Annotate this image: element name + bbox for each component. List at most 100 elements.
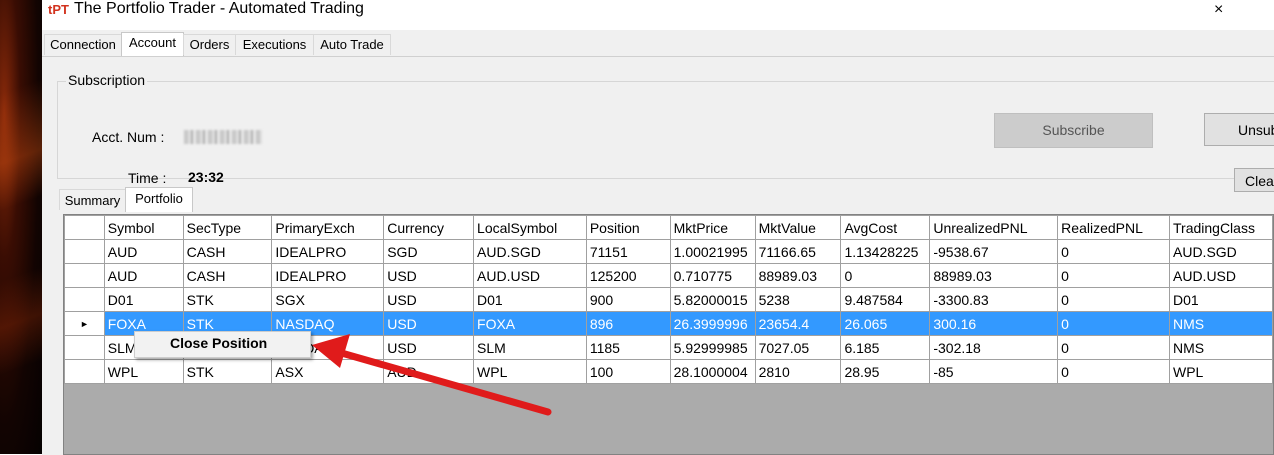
grid-cell[interactable]: NMS (1169, 311, 1273, 336)
grid-cell[interactable]: 0 (1057, 239, 1170, 264)
grid-cell[interactable]: 28.95 (840, 359, 931, 384)
grid-cell[interactable]: D01 (473, 287, 587, 312)
grid-cell[interactable]: AUD.SGD (473, 239, 587, 264)
row-header[interactable] (64, 359, 105, 384)
grid-cell[interactable]: SLM (473, 335, 587, 360)
grid-cell[interactable]: 0 (1057, 263, 1170, 288)
grid-cell[interactable]: USD (383, 263, 475, 288)
close-icon[interactable]: × (1214, 1, 1223, 19)
close-position-menu-item[interactable]: Close Position (170, 335, 267, 351)
grid-cell[interactable]: 0 (1057, 359, 1170, 384)
tab-orders[interactable]: Orders (183, 34, 236, 55)
tab-portfolio[interactable]: Portfolio (125, 187, 193, 212)
tab-auto-trade[interactable]: Auto Trade (313, 34, 391, 55)
table-row[interactable]: AUD CASH IDEALPRO USD AUD.USD 125200 0.710775 8… (64, 263, 1273, 288)
grid-cell[interactable]: WPL (103, 359, 184, 384)
grid-cell[interactable]: -9538.67 (929, 239, 1059, 264)
grid-cell[interactable]: CASH (182, 263, 273, 288)
grid-cell[interactable]: 100 (585, 359, 671, 384)
grid-cell[interactable]: 0.710775 (669, 263, 756, 288)
grid-cell[interactable]: 2810 (754, 359, 842, 384)
row-header[interactable] (64, 335, 105, 360)
grid-cell[interactable]: AUD.USD (1169, 263, 1273, 288)
grid-cell[interactable]: D01 (103, 287, 184, 312)
grid-cell[interactable]: SGD (383, 239, 475, 264)
col-symbol[interactable]: Symbol (103, 215, 184, 240)
grid-cell[interactable]: 26.3999996 (669, 311, 756, 336)
grid-cell[interactable]: AUD.USD (473, 263, 587, 288)
grid-cell[interactable]: 900 (585, 287, 671, 312)
grid-cell[interactable]: 28.1000004 (669, 359, 756, 384)
row-header[interactable] (64, 287, 105, 312)
grid-cell[interactable]: AUD.SGD (1169, 239, 1273, 264)
row-header[interactable] (64, 239, 105, 264)
grid-cell[interactable]: AUD (103, 239, 184, 264)
grid-cell[interactable]: SGX (271, 287, 385, 312)
grid-cell[interactable]: 0 (1057, 311, 1170, 336)
col-position[interactable]: Position (585, 215, 671, 240)
grid-cell[interactable]: -302.18 (929, 335, 1059, 360)
subscribe-button[interactable]: Subscribe (994, 113, 1153, 148)
grid-cell[interactable]: AUD (103, 263, 184, 288)
grid-cell[interactable]: 88989.03 (929, 263, 1059, 288)
clear-button[interactable]: Clear A (1234, 168, 1274, 192)
grid-cell[interactable]: -85 (929, 359, 1059, 384)
col-currency[interactable]: Currency (383, 215, 475, 240)
col-unrealizedpnl[interactable]: UnrealizedPNL (929, 215, 1059, 240)
grid-cell[interactable]: 125200 (585, 263, 671, 288)
grid-cell[interactable]: D01 (1169, 287, 1273, 312)
row-selector-arrow-icon[interactable]: ► (64, 311, 105, 336)
grid-cell[interactable]: 1185 (585, 335, 671, 360)
grid-cell[interactable]: ASX (271, 359, 385, 384)
grid-cell[interactable]: IDEALPRO (271, 239, 385, 264)
grid-cell[interactable]: USD (383, 335, 475, 360)
grid-cell[interactable]: 5.92999985 (669, 335, 756, 360)
grid-cell[interactable]: 5.82000015 (669, 287, 756, 312)
col-primaryexch[interactable]: PrimaryExch (271, 215, 385, 240)
table-row[interactable]: WPL STK ASX AUD WPL 100 28.1000004 2810 28.95 -85… (64, 359, 1273, 384)
grid-cell[interactable]: IDEALPRO (271, 263, 385, 288)
grid-cell[interactable]: 0 (840, 263, 931, 288)
col-mktvalue[interactable]: MktValue (754, 215, 842, 240)
unsubscribe-button[interactable]: Unsubsc (1204, 113, 1274, 146)
grid-cell[interactable]: WPL (1169, 359, 1273, 384)
grid-cell[interactable]: 7027.05 (754, 335, 842, 360)
grid-cell[interactable]: 896 (585, 311, 671, 336)
grid-cell[interactable]: 0 (1057, 287, 1170, 312)
col-sectype[interactable]: SecType (182, 215, 273, 240)
grid-cell[interactable]: 71151 (585, 239, 671, 264)
grid-cell[interactable]: STK (182, 287, 273, 312)
col-localsymbol[interactable]: LocalSymbol (473, 215, 587, 240)
grid-cell[interactable]: 6.185 (840, 335, 931, 360)
grid-cell[interactable]: 88989.03 (754, 263, 842, 288)
col-realizedpnl[interactable]: RealizedPNL (1057, 215, 1170, 240)
grid-cell[interactable]: NMS (1169, 335, 1273, 360)
tab-summary[interactable]: Summary (59, 189, 126, 210)
tab-executions[interactable]: Executions (235, 34, 314, 55)
col-tradingclass[interactable]: TradingClass (1169, 215, 1273, 240)
grid-cell[interactable]: 71166.65 (754, 239, 842, 264)
tab-account[interactable]: Account (121, 32, 184, 57)
grid-cell[interactable]: 23654.4 (754, 311, 842, 336)
col-mktprice[interactable]: MktPrice (669, 215, 756, 240)
grid-cell[interactable]: FOXA (473, 311, 587, 336)
grid-cell[interactable]: WPL (473, 359, 587, 384)
grid-cell[interactable]: AUD (383, 359, 475, 384)
grid-cell[interactable]: 1.00021995 (669, 239, 756, 264)
col-avgcost[interactable]: AvgCost (840, 215, 931, 240)
tab-connection[interactable]: Connection (44, 34, 122, 55)
grid-cell[interactable]: STK (182, 359, 273, 384)
grid-cell[interactable]: 0 (1057, 335, 1170, 360)
table-row[interactable]: AUD CASH IDEALPRO SGD AUD.SGD 71151 1.00021995… (64, 239, 1273, 264)
grid-cell[interactable]: 9.487584 (840, 287, 931, 312)
grid-cell[interactable]: 1.13428225 (840, 239, 931, 264)
row-header[interactable] (64, 263, 105, 288)
grid-cell[interactable]: -3300.83 (929, 287, 1059, 312)
table-row[interactable]: D01 STK SGX USD D01 900 5.82000015 5238 9.487584… (64, 287, 1273, 312)
grid-cell[interactable]: 5238 (754, 287, 842, 312)
grid-cell[interactable]: 300.16 (929, 311, 1059, 336)
grid-cell[interactable]: 26.065 (840, 311, 931, 336)
grid-cell[interactable]: USD (383, 311, 475, 336)
grid-cell[interactable]: CASH (182, 239, 273, 264)
grid-cell[interactable]: USD (383, 287, 475, 312)
